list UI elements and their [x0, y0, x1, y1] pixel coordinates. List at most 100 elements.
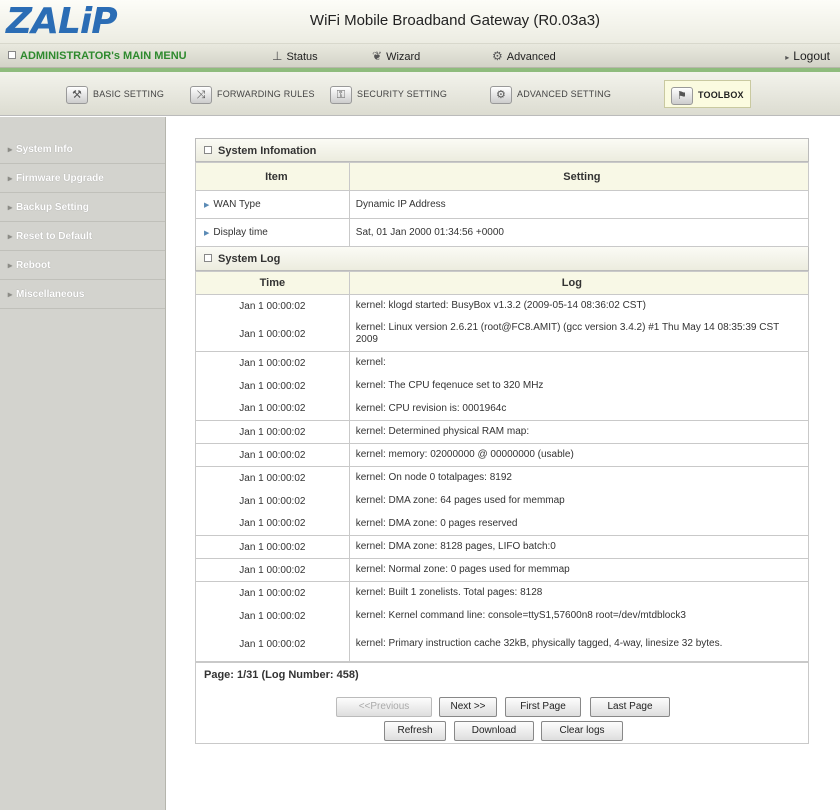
- wizard-menu-label: Wizard: [386, 51, 421, 63]
- main-content: System Infomation Item Setting ▶ WAN Type…: [195, 138, 810, 744]
- system-log-header: System Log: [195, 247, 809, 271]
- system-information-title: System Infomation: [218, 145, 317, 157]
- log-message-cell: kernel: DMA zone: 64 pages used for memm…: [348, 489, 810, 513]
- sidebar-item-reboot[interactable]: ▸ Reboot: [0, 251, 165, 280]
- sidebar-item-backup-setting[interactable]: ▸ Backup Setting: [0, 193, 165, 222]
- tab-toolbox-label: TOOLBOX: [698, 90, 744, 100]
- log-message-cell: kernel: Built 1 zonelists. Total pages: …: [348, 581, 810, 605]
- log-pagination: Page: 1/31 (Log Number: 458) <<Previous …: [195, 662, 809, 744]
- sidebar-item-label: Reboot: [16, 260, 51, 271]
- bullet-icon: ▸: [8, 145, 13, 154]
- column-header-log: Log: [348, 271, 810, 295]
- info-value-cell: Dynamic IP Address: [348, 190, 810, 219]
- table-row: Jan 1 00:00:02 kernel: Determined physica…: [195, 420, 810, 444]
- table-row: Jan 1 00:00:02 kernel: Normal zone: 0 pag…: [195, 558, 810, 582]
- admin-main-menu-label: ADMINISTRATOR's MAIN MENU: [20, 50, 187, 62]
- log-message-cell: kernel: memory: 02000000 @ 00000000 (usa…: [348, 443, 810, 467]
- bullet-icon: ▸: [8, 203, 13, 212]
- section-square-icon: [204, 146, 212, 154]
- system-log-title: System Log: [218, 253, 281, 265]
- table-row: Jan 1 00:00:02 kernel: klogd started: Bus…: [195, 294, 810, 318]
- triangle-bullet-icon: ▶: [204, 202, 210, 209]
- table-row: ▶ WAN Type Dynamic IP Address: [195, 190, 810, 219]
- page-header: ZALiP WiFi Mobile Broadband Gateway (R0.…: [0, 0, 840, 44]
- log-message-cell: kernel: DMA zone: 8128 pages, LIFO batch…: [348, 535, 810, 559]
- advanced-menu-link[interactable]: ⚙ Advanced: [492, 44, 556, 68]
- log-time-cell: Jan 1 00:00:02: [195, 443, 350, 467]
- tab-forwarding-rules[interactable]: ⤨ FORWARDING RULES: [190, 80, 315, 108]
- table-row: Jan 1 00:00:02 kernel: DMA zone: 8128 pag…: [195, 535, 810, 559]
- log-message-cell: kernel: The CPU feqenuce set to 320 MHz: [348, 374, 810, 398]
- status-menu-link[interactable]: ⊥ Status: [272, 44, 318, 68]
- page-title: WiFi Mobile Broadband Gateway (R0.03a3): [309, 12, 601, 29]
- table-row: ▶ Display time Sat, 01 Jan 2000 01:34:56 …: [195, 218, 810, 247]
- log-message-cell: kernel:: [348, 351, 810, 375]
- sidebar-item-label: Backup Setting: [16, 202, 89, 213]
- sidebar-item-system-info[interactable]: ▸ System Info: [0, 135, 165, 164]
- table-row: Jan 1 00:00:02 kernel: Built 1 zonelists.…: [195, 581, 810, 605]
- tab-basic-setting[interactable]: ⚒ BASIC SETTING: [66, 80, 164, 108]
- logout-link[interactable]: ▸ Logout: [785, 44, 830, 68]
- last-page-button[interactable]: Last Page: [590, 697, 670, 717]
- basic-setting-icon: ⚒: [66, 85, 88, 104]
- sidebar: ▸ System Info ▸ Firmware Upgrade ▸ Backup S…: [0, 117, 166, 810]
- admin-main-menu-link[interactable]: ADMINISTRATOR's MAIN MENU: [8, 44, 187, 68]
- log-time-cell: Jan 1 00:00:02: [195, 558, 350, 582]
- column-header-item: Item: [195, 162, 350, 191]
- log-time-cell: Jan 1 00:00:02: [195, 317, 350, 352]
- log-message-cell: kernel: CPU revision is: 0001964c: [348, 397, 810, 421]
- sidebar-item-miscellaneous[interactable]: ▸ Miscellaneous: [0, 280, 165, 309]
- log-time-cell: Jan 1 00:00:02: [195, 351, 350, 375]
- log-time-cell: Jan 1 00:00:02: [195, 397, 350, 421]
- advanced-setting-icon: ⚙: [490, 85, 512, 104]
- status-menu-label: Status: [286, 51, 318, 63]
- system-information-table: Item Setting ▶ WAN Type Dynamic IP Addres…: [195, 162, 810, 247]
- bullet-icon: ▸: [8, 261, 13, 270]
- tab-advanced-setting-label: ADVANCED SETTING: [517, 89, 612, 99]
- tab-toolbox[interactable]: ⚑ TOOLBOX: [664, 80, 751, 108]
- previous-button[interactable]: <<Previous: [336, 697, 432, 717]
- log-message-cell: kernel: Linux version 2.6.21 (root@FC8.A…: [348, 317, 810, 352]
- table-header-row: Time Log: [195, 271, 810, 295]
- tab-advanced-setting[interactable]: ⚙ ADVANCED SETTING: [490, 80, 611, 108]
- arrow-right-icon: ▸: [785, 53, 790, 62]
- sidebar-item-firmware-upgrade[interactable]: ▸ Firmware Upgrade: [0, 164, 165, 193]
- log-message-cell: kernel: On node 0 totalpages: 8192: [348, 466, 810, 490]
- table-row: Jan 1 00:00:02 kernel: Linux version 2.6.…: [195, 317, 810, 352]
- table-row: Jan 1 00:00:02 kernel: Kernel command lin…: [195, 604, 810, 628]
- sidebar-item-label: Reset to Default: [16, 231, 93, 242]
- tab-security-setting-label: SECURITY SETTING: [357, 89, 448, 99]
- first-page-button[interactable]: First Page: [505, 697, 581, 717]
- refresh-button[interactable]: Refresh: [384, 721, 446, 741]
- bullet-icon: ▸: [8, 174, 13, 183]
- sidebar-item-label: Firmware Upgrade: [16, 173, 104, 184]
- column-header-time: Time: [195, 271, 350, 295]
- toolbox-icon: ⚑: [671, 86, 693, 105]
- menu-square-icon: [8, 51, 16, 59]
- table-row: Jan 1 00:00:02 kernel: DMA zone: 64 pages…: [195, 489, 810, 513]
- page-info: Page: 1/31 (Log Number: 458): [204, 669, 359, 681]
- log-message-cell: kernel: Determined physical RAM map:: [348, 420, 810, 444]
- next-button[interactable]: Next >>: [439, 697, 497, 717]
- table-row: Jan 1 00:00:02 kernel: memory: 02000000 @…: [195, 443, 810, 467]
- tab-security-setting[interactable]: ⚿ SECURITY SETTING: [330, 80, 447, 108]
- top-menu: ADMINISTRATOR's MAIN MENU ⊥ Status ❦ Wizar…: [0, 44, 840, 68]
- sidebar-item-reset-to-default[interactable]: ▸ Reset to Default: [0, 222, 165, 251]
- advanced-icon: ⚙: [492, 49, 503, 63]
- log-time-cell: Jan 1 00:00:02: [195, 535, 350, 559]
- clear-logs-button[interactable]: Clear logs: [541, 721, 623, 741]
- log-time-cell: Jan 1 00:00:02: [195, 466, 350, 490]
- info-item-cell: ▶ WAN Type: [195, 190, 350, 219]
- log-time-cell: Jan 1 00:00:02: [195, 374, 350, 398]
- table-row: Jan 1 00:00:02 kernel:: [195, 351, 810, 375]
- category-tabs: ⚒ BASIC SETTING ⤨ FORWARDING RULES ⚿ SECURI…: [0, 72, 840, 116]
- table-row: Jan 1 00:00:02 kernel: On node 0 totalpag…: [195, 466, 810, 490]
- wizard-menu-link[interactable]: ❦ Wizard: [372, 44, 420, 68]
- system-information-header: System Infomation: [195, 138, 809, 162]
- log-time-cell: Jan 1 00:00:02: [195, 604, 350, 628]
- forwarding-icon: ⤨: [190, 85, 212, 104]
- wizard-icon: ❦: [372, 49, 383, 63]
- download-button[interactable]: Download: [454, 721, 534, 741]
- logout-label: Logout: [793, 49, 830, 63]
- info-value-cell: Sat, 01 Jan 2000 01:34:56 +0000: [348, 218, 810, 247]
